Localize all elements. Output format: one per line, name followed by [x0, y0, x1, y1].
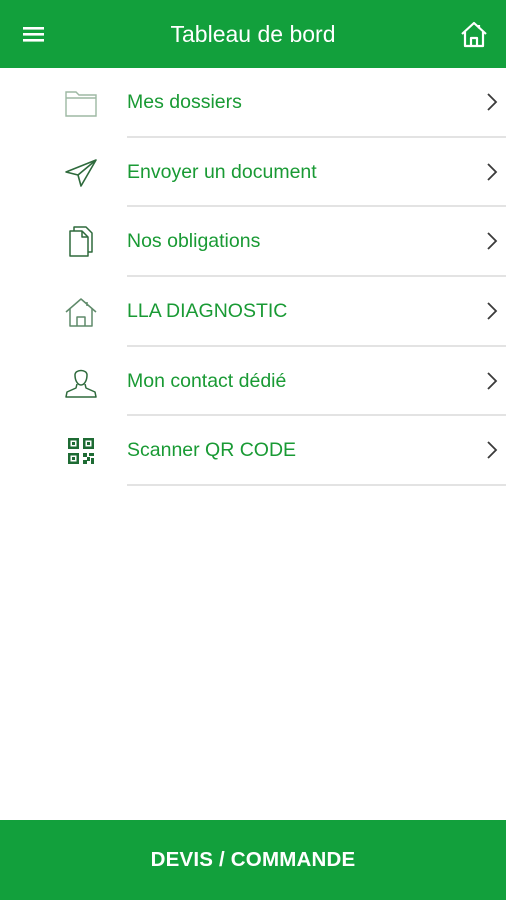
qr-code-icon [62, 433, 100, 469]
home-icon [62, 294, 100, 330]
chevron-right-icon [487, 372, 498, 390]
menu-item-nos-obligations[interactable]: Nos obligations [0, 207, 506, 278]
app-screen: Tableau de bord Mes dossiers Envoyer un … [0, 0, 506, 900]
menu-button[interactable] [14, 14, 54, 54]
document-icon [62, 224, 100, 260]
dashboard-menu-list: Mes dossiers Envoyer un document Nos obl… [0, 68, 506, 487]
menu-item-envoyer-document[interactable]: Envoyer un document [0, 138, 506, 208]
menu-item-label: Nos obligations [127, 230, 261, 253]
menu-item-scanner-qr[interactable]: Scanner QR CODE [0, 416, 506, 487]
menu-item-label: Mes dossiers [127, 91, 242, 113]
top-app-bar: Tableau de bord [0, 0, 506, 68]
hamburger-menu-icon [23, 27, 44, 42]
send-icon [62, 155, 100, 191]
menu-item-lla-diagnostic[interactable]: LLA DIAGNOSTIC [0, 277, 506, 347]
menu-item-label: LLA DIAGNOSTIC [127, 300, 288, 323]
user-icon [62, 364, 100, 400]
chevron-right-icon [487, 163, 498, 181]
chevron-right-icon [487, 302, 498, 320]
home-icon [461, 21, 487, 48]
menu-item-label: Mon contact dédié [127, 369, 287, 392]
chevron-right-icon [487, 232, 498, 251]
divider [127, 484, 506, 487]
menu-item-mes-dossiers[interactable]: Mes dossiers [0, 68, 506, 138]
chevron-right-icon [487, 441, 498, 460]
menu-item-label: Scanner QR CODE [127, 439, 297, 462]
menu-item-mon-contact[interactable]: Mon contact dédié [0, 347, 506, 417]
devis-commande-label: DEVIS / COMMANDE [150, 848, 356, 871]
devis-commande-button[interactable]: DEVIS / COMMANDE [0, 820, 506, 900]
chevron-right-icon [487, 93, 498, 111]
folder-icon [62, 85, 100, 121]
page-title: Tableau de bord [170, 21, 336, 47]
menu-item-label: Envoyer un document [127, 160, 317, 183]
home-button[interactable] [454, 14, 494, 54]
